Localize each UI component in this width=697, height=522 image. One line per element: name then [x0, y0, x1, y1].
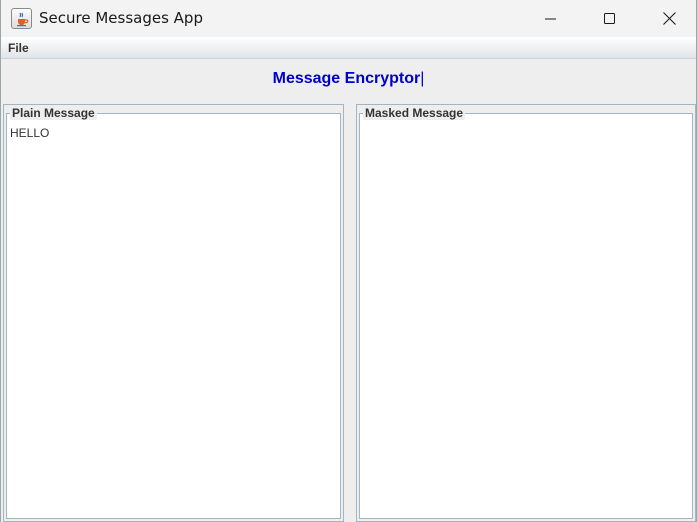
plain-message-label: Plain Message: [10, 106, 97, 120]
maximize-icon: [604, 12, 615, 24]
minimize-icon: [545, 18, 556, 19]
maximize-button[interactable]: [581, 0, 639, 37]
app-window: Secure Messages App File Message Encrypt…: [0, 0, 697, 522]
plain-message-text[interactable]: HELLO: [10, 126, 338, 516]
menu-bar: File: [1, 37, 696, 59]
java-cup-icon: [11, 8, 32, 29]
page-title-text: Message Encryptor: [272, 70, 421, 87]
menu-file[interactable]: File: [8, 41, 29, 55]
close-button[interactable]: [640, 0, 697, 37]
window-title: Secure Messages App: [39, 9, 203, 27]
masked-message-text[interactable]: [363, 126, 690, 516]
masked-message-label: Masked Message: [363, 106, 466, 120]
minimize-button[interactable]: [522, 0, 580, 37]
text-caret: |: [420, 70, 425, 87]
masked-message-textarea[interactable]: [359, 113, 693, 519]
close-icon: [662, 12, 676, 25]
masked-message-panel: Masked Message: [356, 104, 696, 522]
plain-message-panel: HELLO Plain Message: [3, 104, 344, 522]
plain-message-textarea[interactable]: HELLO: [6, 113, 341, 519]
title-bar[interactable]: Secure Messages App: [1, 0, 696, 37]
page-title: Message Encryptor|: [1, 70, 696, 88]
